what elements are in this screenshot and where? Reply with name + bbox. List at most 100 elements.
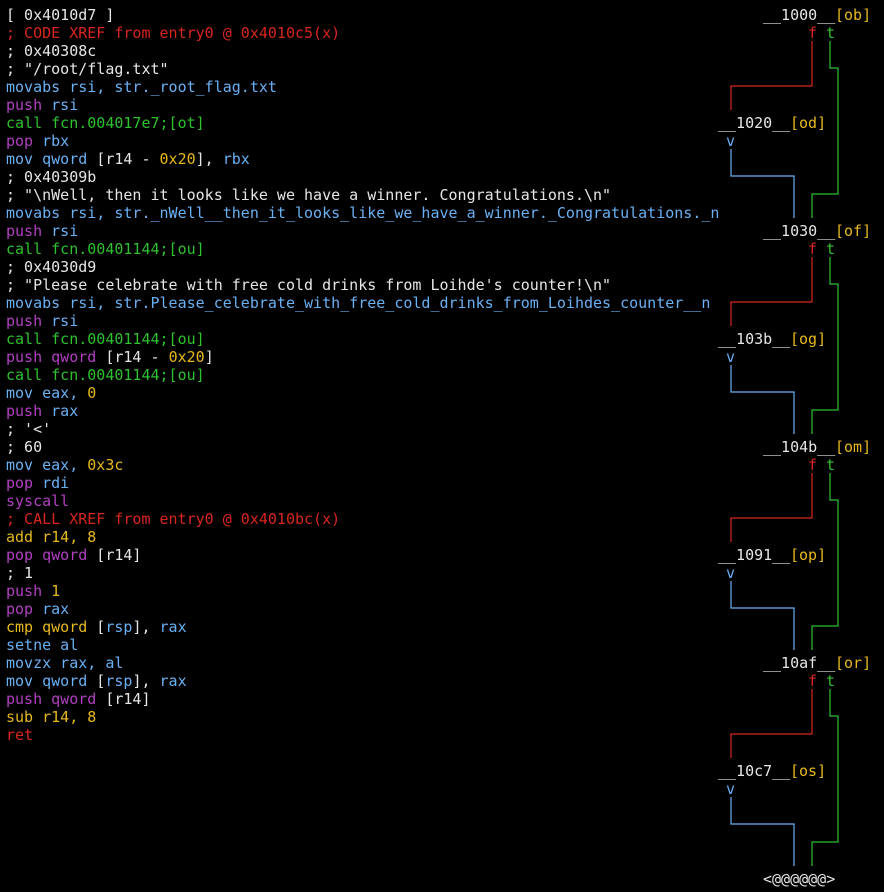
code-token: [ 0x4010d7 ] (6, 6, 115, 24)
code-line[interactable]: ; 0x40308c (6, 42, 726, 60)
code-line[interactable]: ; 60 (6, 438, 726, 456)
graph-node-address: __10af__ (763, 654, 836, 672)
code-token: rbx (33, 132, 70, 150)
code-token: ; 60 (6, 438, 43, 456)
branch-true-marker: t (826, 672, 836, 690)
code-line[interactable]: push qword [r14 - 0x20] (6, 348, 726, 366)
code-token: pop qword (6, 546, 88, 564)
code-line[interactable]: push qword [r14] (6, 690, 726, 708)
code-token: ; CODE XREF from entry0 @ 0x4010c5(x) (6, 24, 341, 42)
code-line[interactable]: ; CODE XREF from entry0 @ 0x4010c5(x) (6, 24, 726, 42)
code-token: rax (42, 402, 79, 420)
code-line[interactable]: mov eax, 0x3c (6, 456, 726, 474)
code-line[interactable]: [ 0x4010d7 ] (6, 6, 726, 24)
code-line[interactable]: push rsi (6, 96, 726, 114)
code-line[interactable]: ret (6, 726, 726, 744)
code-token: mov eax, (6, 384, 88, 402)
code-token: mov qword (6, 150, 97, 168)
code-token: 1 (42, 582, 61, 600)
graph-node-tag: [op] (790, 546, 827, 564)
code-line[interactable]: pop rdi (6, 474, 726, 492)
code-token: add r14, (6, 528, 88, 546)
code-token: ; 0x40308c (6, 42, 97, 60)
code-token: ; "Please celebrate with free cold drink… (6, 276, 612, 294)
edge-fallthrough (730, 149, 795, 218)
code-token: rbx (222, 150, 250, 168)
code-token: rdi (33, 474, 70, 492)
code-line[interactable]: push rax (6, 402, 726, 420)
code-token: [ (87, 618, 106, 636)
code-line[interactable]: movabs rsi, str._root_flag.txt (6, 78, 726, 96)
code-token: ; '<' (6, 420, 52, 438)
graph-node-address: __1030__ (763, 222, 836, 240)
code-token: push (6, 582, 43, 600)
code-line[interactable]: push rsi (6, 312, 726, 330)
disassembly-listing: [ 0x4010d7 ]; CODE XREF from entry0 @ 0x… (6, 6, 726, 744)
code-line[interactable]: pop rax (6, 600, 726, 618)
fallthrough-marker: v (726, 780, 736, 798)
code-line[interactable]: sub r14, 8 (6, 708, 726, 726)
code-token: mov qword (6, 672, 88, 690)
code-token: push qword (6, 690, 97, 708)
code-line[interactable]: movabs rsi, str._nWell__then_it_looks_li… (6, 204, 726, 222)
code-line[interactable]: ; 1 (6, 564, 726, 582)
code-line[interactable]: cmp qword [rsp], rax (6, 618, 726, 636)
graph-end-node: <@@@@@@> (763, 870, 836, 888)
code-token: movabs rsi, str._nWell__then_it_looks_li… (6, 204, 720, 222)
graph-node-tag: [ob] (835, 6, 872, 24)
code-token: call fcn.00401144 (6, 330, 160, 348)
graph-node-address: __10c7__ (718, 762, 791, 780)
code-token: movzx rax, al (6, 654, 124, 672)
edge-false (730, 689, 813, 758)
graph-node-address: __1020__ (718, 114, 791, 132)
code-line[interactable]: setne al (6, 636, 726, 654)
code-token: rsi (42, 312, 79, 330)
code-line[interactable]: ; '<' (6, 420, 726, 438)
code-line[interactable]: ; 0x40309b (6, 168, 726, 186)
code-line[interactable]: call fcn.00401144;[ou] (6, 240, 726, 258)
edge-fallthrough (730, 797, 795, 866)
code-token: rsp (105, 618, 133, 636)
code-line[interactable]: add r14, 8 (6, 528, 726, 546)
code-line[interactable]: pop rbx (6, 132, 726, 150)
branch-false-marker: f (808, 672, 818, 690)
code-line[interactable]: movzx rax, al (6, 654, 726, 672)
graph-node-tag: [om] (835, 438, 872, 456)
code-line[interactable]: push rsi (6, 222, 726, 240)
graph-node-tag: [of] (835, 222, 872, 240)
code-token: rax (33, 600, 70, 618)
code-token: push (6, 222, 43, 240)
code-line[interactable]: push 1 (6, 582, 726, 600)
edge-false (730, 41, 813, 110)
code-line[interactable]: syscall (6, 492, 726, 510)
fallthrough-marker: v (726, 564, 736, 582)
branch-true-marker: t (826, 24, 836, 42)
code-token: 0x20 (159, 150, 196, 168)
code-line[interactable]: ; "Please celebrate with free cold drink… (6, 276, 726, 294)
code-token: call fcn.00401144 (6, 240, 160, 258)
code-token: call fcn.004017e7 (6, 114, 160, 132)
code-line[interactable]: ; "\nWell, then it looks like we have a … (6, 186, 726, 204)
code-line[interactable]: ; 0x4030d9 (6, 258, 726, 276)
code-token: [r14] (87, 546, 142, 564)
branch-false-marker: f (808, 240, 818, 258)
code-token: [r14 - (96, 150, 160, 168)
code-line[interactable]: pop qword [r14] (6, 546, 726, 564)
code-token: ; "/root/flag.txt" (6, 60, 169, 78)
code-token: movabs rsi, str._root_flag.txt (6, 78, 277, 96)
graph-node-tag: [og] (790, 330, 827, 348)
code-line[interactable]: ; CALL XREF from entry0 @ 0x4010bc(x) (6, 510, 726, 528)
code-line[interactable]: mov eax, 0 (6, 384, 726, 402)
fallthrough-marker: v (726, 132, 736, 150)
code-line[interactable]: mov qword [r14 - 0x20], rbx (6, 150, 726, 168)
code-token: 8 (87, 708, 97, 726)
code-line[interactable]: call fcn.00401144;[ou] (6, 366, 726, 384)
code-line[interactable]: call fcn.004017e7;[ot] (6, 114, 726, 132)
code-line[interactable]: mov qword [rsp], rax (6, 672, 726, 690)
code-line[interactable]: movabs rsi, str.Please_celebrate_with_fr… (6, 294, 726, 312)
code-token: rsi (42, 222, 79, 240)
code-token: rax (159, 672, 187, 690)
code-line[interactable]: call fcn.00401144;[ou] (6, 330, 726, 348)
graph-node-address: __1000__ (763, 6, 836, 24)
code-line[interactable]: ; "/root/flag.txt" (6, 60, 726, 78)
